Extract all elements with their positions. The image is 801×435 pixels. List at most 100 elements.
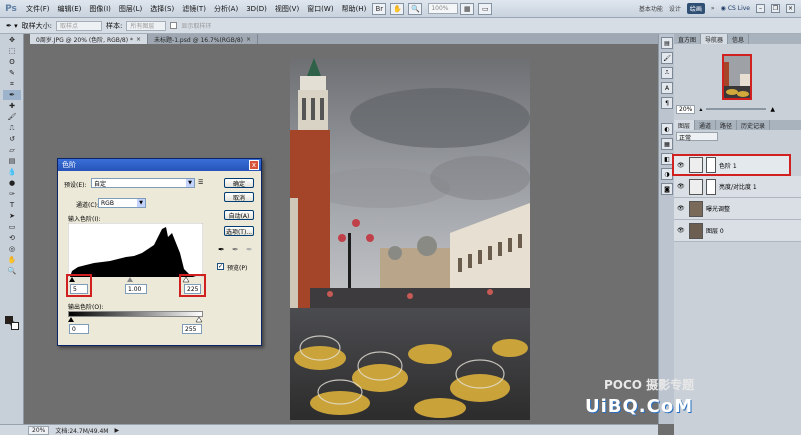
output-black-slider[interactable] xyxy=(68,317,74,322)
workspace-design[interactable]: 设计 xyxy=(669,4,681,13)
layer-row-brightness-contrast[interactable]: 👁 亮度/对比度 1 xyxy=(674,176,801,198)
menu-window[interactable]: 窗口(W) xyxy=(303,4,337,14)
zoom-out-icon[interactable]: ▴ xyxy=(699,106,702,113)
workspace-essentials[interactable]: 基本功能 xyxy=(639,4,663,13)
tab-info[interactable]: 信息 xyxy=(728,34,750,44)
tab-channels[interactable]: 通道 xyxy=(695,120,717,130)
black-eyedropper-icon[interactable]: ✒ xyxy=(218,245,225,254)
tab-history[interactable]: 历史记录 xyxy=(737,120,771,130)
eraser-tool-icon[interactable]: ▱ xyxy=(3,145,21,155)
tab-doc-1[interactable]: 0周岁.JPG @ 20% (色阶, RGB/8) * × xyxy=(30,34,149,44)
layer-row-levels[interactable]: 👁 色阶 1 xyxy=(672,154,791,176)
layer-row-exposure[interactable]: 👁 曝光调整 xyxy=(674,198,801,220)
tab-histogram[interactable]: 直方图 xyxy=(674,34,702,44)
eyedropper-tool-icon[interactable]: ✒ xyxy=(3,90,21,100)
preset-select[interactable]: 自定 ▼ xyxy=(91,178,195,188)
brush-tool-icon[interactable]: 🖌 xyxy=(3,112,21,122)
layer-comps-icon[interactable]: ▤ xyxy=(661,37,673,49)
visibility-eye-icon[interactable]: 👁 xyxy=(677,162,686,169)
layer-row-background[interactable]: 👁 图层 0 xyxy=(674,220,801,242)
menu-view[interactable]: 视图(V) xyxy=(271,4,303,14)
marquee-tool-icon[interactable]: ⬚ xyxy=(3,46,21,56)
zoom-tool-icon[interactable]: 🔍 xyxy=(3,266,21,276)
dialog-close-button[interactable]: x xyxy=(249,160,259,170)
ok-button[interactable]: 确定 xyxy=(224,178,254,188)
minimize-button[interactable]: – xyxy=(756,4,765,13)
menu-file[interactable]: 文件(F) xyxy=(22,4,54,14)
swatches-panel-icon[interactable]: ▦ xyxy=(661,138,673,150)
output-black-field[interactable]: 0 xyxy=(69,324,89,334)
midtone-slider[interactable] xyxy=(127,277,133,282)
menu-analysis[interactable]: 分析(A) xyxy=(210,4,242,14)
preset-options-icon[interactable]: ☰ xyxy=(198,179,203,186)
output-sliders[interactable] xyxy=(68,317,203,323)
blend-mode-select[interactable]: 正常 xyxy=(676,132,718,142)
close-button[interactable]: × xyxy=(786,4,795,13)
output-white-slider[interactable] xyxy=(195,317,203,323)
close-tab-icon[interactable]: × xyxy=(136,36,141,43)
shape-tool-icon[interactable]: ▭ xyxy=(3,222,21,232)
input-midtone-field[interactable]: 1.00 xyxy=(125,284,147,294)
character-panel-icon[interactable]: A xyxy=(661,82,673,94)
navigator-zoom-slider[interactable] xyxy=(706,108,767,110)
restore-button[interactable]: ❐ xyxy=(771,4,780,13)
cs-live-button[interactable]: ◉ CS Live xyxy=(721,5,750,12)
lasso-tool-icon[interactable]: ʘ xyxy=(3,57,21,67)
more-workspaces-icon[interactable]: » xyxy=(711,5,715,12)
3d-rotate-tool-icon[interactable]: ⟲ xyxy=(3,233,21,243)
3d-orbit-tool-icon[interactable]: ◎ xyxy=(3,244,21,254)
menu-filter[interactable]: 滤镜(T) xyxy=(178,4,210,14)
navigator-thumbnail[interactable] xyxy=(722,54,752,100)
auto-button[interactable]: 自动(A) xyxy=(224,210,254,220)
path-select-tool-icon[interactable]: ➤ xyxy=(3,211,21,221)
eyedropper-preset-icon[interactable]: ✒ ▾ xyxy=(6,22,18,30)
menu-edit[interactable]: 编辑(E) xyxy=(54,4,86,14)
arrange-icon[interactable]: ▦ xyxy=(460,2,475,15)
history-brush-tool-icon[interactable]: ↺ xyxy=(3,134,21,144)
sample-select[interactable]: 所有图层 xyxy=(126,20,167,31)
gray-eyedropper-icon[interactable]: ✒ xyxy=(232,245,239,254)
preview-checkbox[interactable]: ✓ xyxy=(217,263,224,270)
document-canvas-photo[interactable] xyxy=(290,58,530,420)
options-button[interactable]: 选项(T)... xyxy=(224,226,254,236)
pen-tool-icon[interactable]: ✑ xyxy=(3,189,21,199)
tab-doc-2[interactable]: 未标题-1.psd @ 16.7%(RGB/8) × xyxy=(148,34,259,44)
bridge-icon[interactable]: Br xyxy=(372,2,387,15)
navigator-zoom-field[interactable]: 20% xyxy=(676,104,696,114)
color-panel-icon[interactable]: ◐ xyxy=(661,123,673,135)
close-tab-icon[interactable]: × xyxy=(246,36,251,43)
clone-stamp-tool-icon[interactable]: ⎍ xyxy=(3,123,21,133)
hand-icon[interactable]: ✋ xyxy=(390,2,405,15)
zoom-select[interactable]: 100% xyxy=(428,3,459,14)
workspace-painting[interactable]: 绘画 xyxy=(686,3,705,14)
screen-mode-icon[interactable]: ▭ xyxy=(478,2,493,15)
menu-image[interactable]: 图像(I) xyxy=(85,4,115,14)
paragraph-panel-icon[interactable]: ¶ xyxy=(661,97,673,109)
menu-select[interactable]: 选择(S) xyxy=(146,4,178,14)
channel-select[interactable]: RGB ▼ xyxy=(98,198,146,208)
sample-size-select[interactable]: 取样点 xyxy=(55,20,102,31)
zoom-level-field[interactable]: 20% xyxy=(28,425,50,435)
type-tool-icon[interactable]: T xyxy=(3,200,21,210)
crop-tool-icon[interactable]: ⌗ xyxy=(3,79,21,89)
output-white-field[interactable]: 255 xyxy=(182,324,202,334)
tab-paths[interactable]: 路径 xyxy=(716,120,738,130)
masks-panel-icon[interactable]: ◙ xyxy=(661,183,673,195)
cancel-button[interactable]: 取消 xyxy=(224,192,254,202)
gradient-tool-icon[interactable]: ▤ xyxy=(3,156,21,166)
blur-tool-icon[interactable]: 💧 xyxy=(3,167,21,177)
dodge-tool-icon[interactable]: ● xyxy=(3,178,21,188)
white-eyedropper-icon[interactable]: ✒ xyxy=(246,245,253,254)
layer-mask-thumbnail[interactable] xyxy=(706,157,716,173)
hand-tool-icon[interactable]: ✋ xyxy=(3,255,21,265)
tab-layers[interactable]: 图层 xyxy=(674,120,696,130)
tab-navigator[interactable]: 导航器 xyxy=(701,34,729,44)
layer-mask-thumbnail[interactable] xyxy=(706,178,716,195)
zoom-in-icon[interactable]: ▲ xyxy=(770,106,775,113)
zoom-icon[interactable]: 🔍 xyxy=(408,2,423,15)
visibility-eye-icon[interactable]: 👁 xyxy=(677,205,686,212)
background-color-swatch[interactable] xyxy=(11,322,19,330)
menu-help[interactable]: 帮助(H) xyxy=(338,4,371,14)
status-arrow-icon[interactable]: ▶ xyxy=(114,427,119,434)
visibility-eye-icon[interactable]: 👁 xyxy=(677,183,686,190)
